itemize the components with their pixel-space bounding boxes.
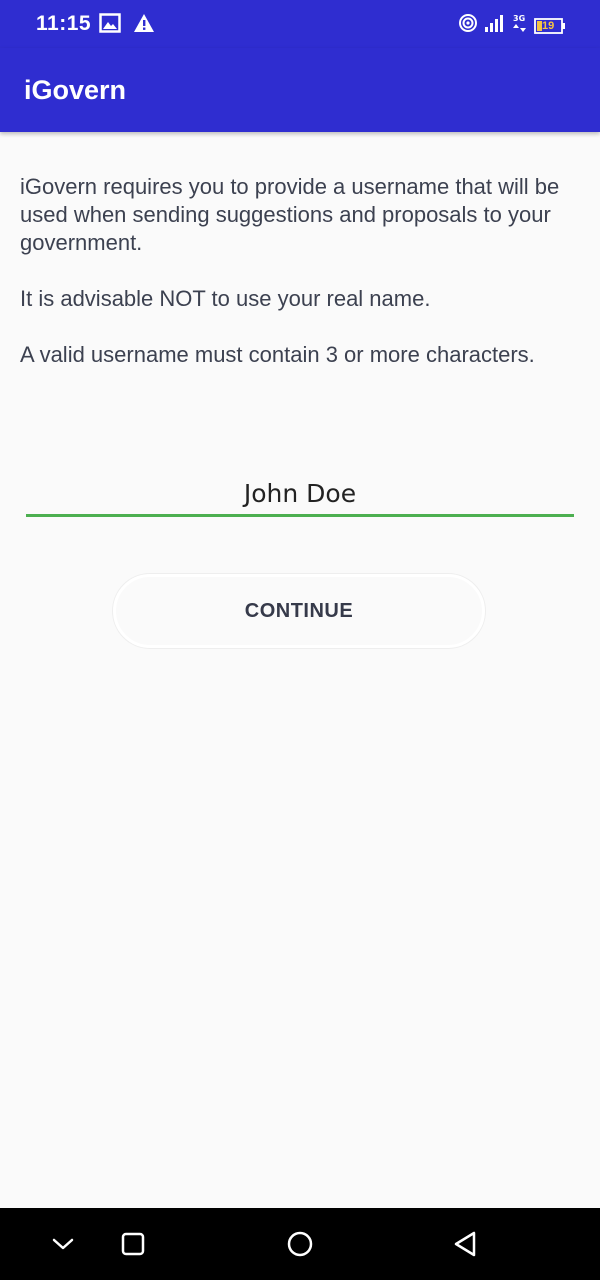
battery-level: 19 [542, 19, 555, 32]
status-right-icons: 3G 19 [458, 13, 566, 38]
chevron-down-icon[interactable] [47, 1228, 79, 1260]
username-input[interactable] [26, 472, 574, 517]
instruction-paragraph-3: A valid username must contain 3 or more … [20, 342, 535, 367]
svg-text:3G: 3G [513, 14, 525, 23]
continue-button[interactable]: CONTINUE [113, 574, 485, 648]
status-left-icons [99, 13, 155, 38]
battery-icon: 19 [534, 17, 566, 34]
network-3g-icon: 3G [512, 13, 528, 38]
instructions: iGovern requires you to provide a userna… [20, 173, 585, 397]
status-bar: 11:15 3G 19 [0, 0, 600, 48]
app-bar: iGovern [0, 48, 600, 132]
hotspot-icon [458, 13, 478, 38]
recents-icon[interactable] [117, 1228, 149, 1260]
signal-icon [484, 13, 506, 38]
status-time: 11:15 [36, 12, 92, 35]
warning-icon [133, 13, 155, 38]
instruction-paragraph-1: iGovern requires you to provide a userna… [20, 174, 560, 255]
instruction-paragraph-2: It is advisable NOT to use your real nam… [20, 286, 431, 311]
image-icon [99, 13, 121, 38]
home-icon[interactable] [284, 1228, 316, 1260]
app-title: iGovern [24, 75, 127, 105]
navigation-bar [0, 1208, 600, 1280]
screen: 11:15 3G 19 iGovern iGovern requires you… [0, 0, 600, 1280]
back-icon[interactable] [450, 1228, 482, 1260]
